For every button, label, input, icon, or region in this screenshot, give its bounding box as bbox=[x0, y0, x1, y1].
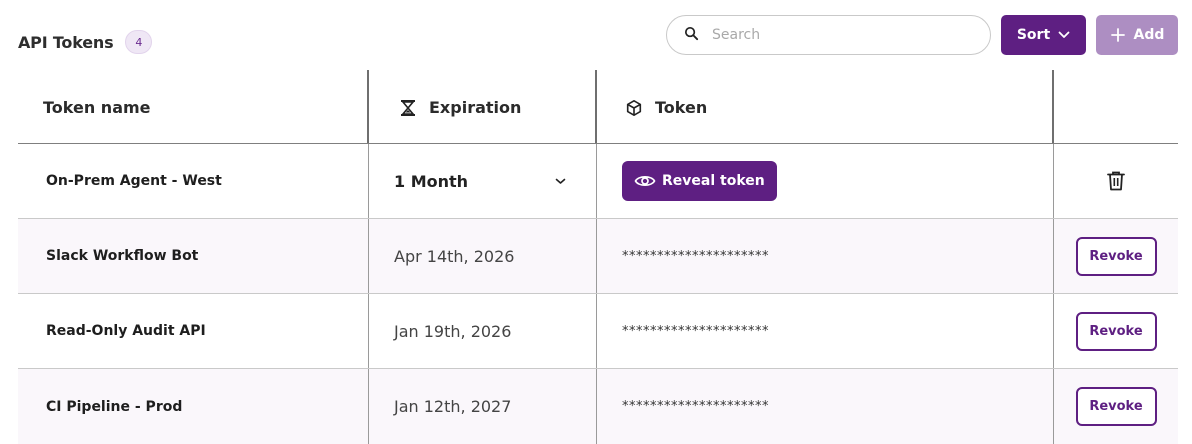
expiration-date: Jan 19th, 2026 bbox=[394, 321, 512, 341]
table-row: Read-Only Audit API Jan 19th, 2026 *****… bbox=[18, 294, 1178, 369]
expiration-cell: 1 Month bbox=[369, 144, 597, 218]
column-header-actions bbox=[1054, 70, 1178, 143]
plus-icon bbox=[1110, 27, 1126, 43]
masked-token: ********************* bbox=[622, 399, 769, 414]
reveal-token-label: Reveal token bbox=[662, 173, 765, 189]
revoke-button[interactable]: Revoke bbox=[1075, 236, 1157, 276]
expiration-date: Apr 14th, 2026 bbox=[394, 246, 515, 266]
token-cell: ********************* bbox=[597, 294, 1054, 368]
tokens-table: Token name Expiration Token On-Prem Agen… bbox=[18, 70, 1178, 444]
add-button-label: Add bbox=[1133, 27, 1165, 43]
sort-button[interactable]: Sort bbox=[1001, 15, 1086, 55]
table-row: CI Pipeline - Prod Jan 12th, 2027 ******… bbox=[18, 369, 1178, 444]
search-box[interactable] bbox=[666, 15, 991, 55]
masked-token: ********************* bbox=[622, 248, 769, 264]
actions-cell bbox=[1054, 144, 1178, 218]
actions-cell: Revoke bbox=[1054, 369, 1178, 444]
expiration-cell: Jan 12th, 2027 bbox=[369, 369, 597, 444]
api-tokens-page: API Tokens 4 Sort Add Token name bbox=[0, 0, 1192, 444]
search-input[interactable] bbox=[712, 27, 962, 43]
chevron-down-icon bbox=[555, 178, 566, 185]
chevron-down-icon bbox=[1058, 31, 1070, 39]
column-header-token-name[interactable]: Token name bbox=[18, 70, 369, 143]
page-header-title: API Tokens 4 bbox=[18, 30, 153, 54]
revoke-button[interactable]: Revoke bbox=[1075, 311, 1157, 351]
cube-icon bbox=[625, 99, 643, 117]
token-name: Slack Workflow Bot bbox=[46, 248, 199, 264]
token-name-cell: Read-Only Audit API bbox=[18, 294, 369, 368]
add-token-button[interactable]: Add bbox=[1096, 15, 1178, 55]
column-header-label: Token bbox=[655, 98, 708, 117]
expiration-cell: Jan 19th, 2026 bbox=[369, 294, 597, 368]
token-name: CI Pipeline - Prod bbox=[46, 398, 183, 415]
trash-icon[interactable] bbox=[1106, 170, 1126, 192]
column-header-label: Expiration bbox=[429, 98, 522, 117]
token-name-cell: On-Prem Agent - West bbox=[18, 144, 369, 218]
expiration-select[interactable]: 1 Month bbox=[394, 172, 566, 191]
token-cell: ********************* bbox=[597, 369, 1054, 444]
page-title: API Tokens bbox=[18, 32, 114, 52]
masked-token: ********************* bbox=[622, 323, 769, 339]
expiration-date: Jan 12th, 2027 bbox=[394, 397, 512, 416]
column-header-label: Token name bbox=[43, 98, 151, 117]
token-name: On-Prem Agent - West bbox=[46, 173, 222, 189]
table-header-row: Token name Expiration Token bbox=[18, 70, 1178, 144]
revoke-button[interactable]: Revoke bbox=[1075, 387, 1157, 426]
column-header-expiration[interactable]: Expiration bbox=[369, 70, 597, 143]
token-count-badge: 4 bbox=[125, 30, 153, 54]
eye-icon bbox=[634, 173, 656, 189]
token-cell: Reveal token bbox=[597, 144, 1054, 218]
search-icon bbox=[683, 25, 700, 46]
hourglass-icon bbox=[399, 99, 417, 117]
token-name: Read-Only Audit API bbox=[46, 323, 206, 339]
table-row: Slack Workflow Bot Apr 14th, 2026 ******… bbox=[18, 219, 1178, 294]
column-header-token[interactable]: Token bbox=[597, 70, 1054, 143]
actions-cell: Revoke bbox=[1054, 294, 1178, 368]
token-name-cell: Slack Workflow Bot bbox=[18, 219, 369, 293]
reveal-token-button[interactable]: Reveal token bbox=[622, 161, 777, 201]
token-name-cell: CI Pipeline - Prod bbox=[18, 369, 369, 444]
new-token-row: On-Prem Agent - West 1 Month Reveal toke… bbox=[18, 144, 1178, 219]
expiration-cell: Apr 14th, 2026 bbox=[369, 219, 597, 293]
token-cell: ********************* bbox=[597, 219, 1054, 293]
actions-cell: Revoke bbox=[1054, 219, 1178, 293]
sort-button-label: Sort bbox=[1016, 27, 1051, 43]
expiration-select-value: 1 Month bbox=[394, 171, 469, 191]
